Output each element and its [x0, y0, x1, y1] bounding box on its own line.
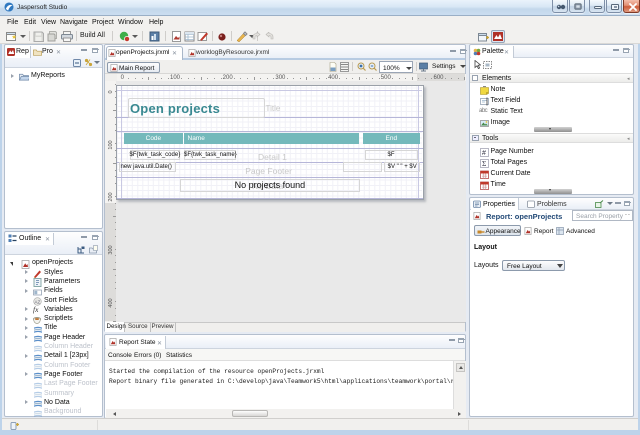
svg-text:AZ: AZ	[35, 300, 41, 305]
svg-text:#: #	[482, 150, 486, 157]
svg-text:Σ: Σ	[482, 159, 486, 168]
